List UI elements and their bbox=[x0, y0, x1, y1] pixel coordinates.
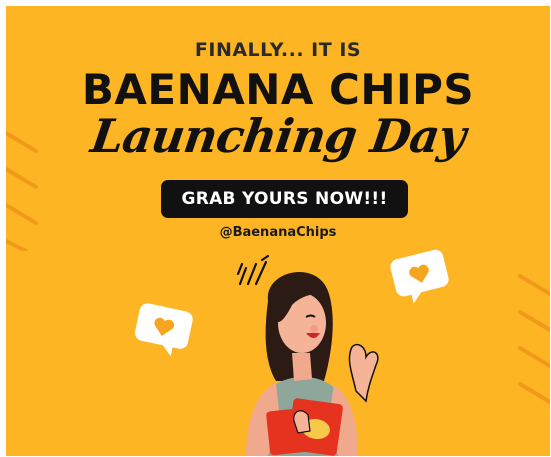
script-subtitle: Launching Day bbox=[87, 109, 469, 163]
social-handle[interactable]: @BaenanaChips bbox=[6, 225, 550, 240]
woman-with-chips-illustration bbox=[246, 272, 379, 456]
kicker-text: FINALLY... IT IS bbox=[194, 39, 362, 61]
poster: FINALLY... IT IS BAENANA CHIPS Launching… bbox=[6, 6, 550, 456]
grab-yours-button[interactable]: GRAB YOURS NOW!!! bbox=[161, 180, 408, 218]
right-stripes-decoration bbox=[518, 274, 550, 404]
brand-title: BAENANA CHIPS bbox=[81, 65, 475, 114]
heart-bubble-icon bbox=[134, 303, 193, 357]
